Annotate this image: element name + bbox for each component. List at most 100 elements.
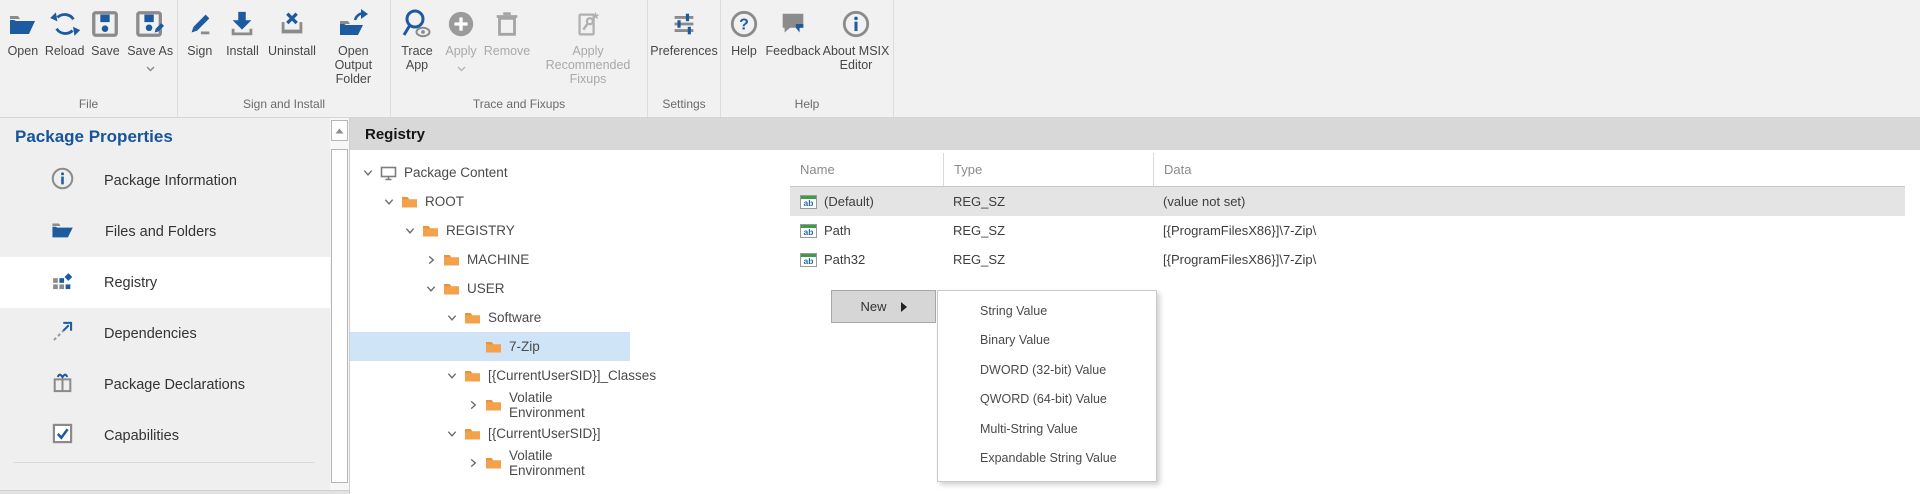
- feedback-bubble-icon: [776, 6, 810, 42]
- open-folder-icon: [6, 6, 40, 42]
- ribbon-group-settings: Preferences Settings: [647, 0, 720, 117]
- sidebar-item-capabilities[interactable]: Capabilities: [0, 410, 330, 461]
- chevron-expanded-icon[interactable]: [446, 428, 457, 439]
- apply-button[interactable]: Apply: [440, 5, 482, 77]
- chevron-collapsed-icon[interactable]: [467, 399, 478, 410]
- value-data: [{ProgramFilesX86}]\7-Zip\: [1163, 252, 1316, 267]
- chevron-expanded-icon[interactable]: [425, 283, 436, 294]
- chevron-down-icon: [457, 59, 466, 77]
- tree-row[interactable]: REGISTRY: [350, 216, 630, 245]
- uninstall-button[interactable]: Uninstall: [265, 5, 318, 58]
- save-as-button[interactable]: Save As: [125, 5, 175, 77]
- submenu-item-binary-value[interactable]: Binary Value: [938, 326, 1156, 356]
- open-folder-icon: [50, 217, 76, 247]
- tree-row[interactable]: Software: [350, 303, 630, 332]
- tree-row[interactable]: MACHINE: [350, 245, 630, 274]
- sidebar-title: Package Properties: [0, 118, 330, 147]
- chevron-collapsed-icon[interactable]: [425, 254, 436, 265]
- tree-row-selected[interactable]: 7-Zip: [350, 332, 630, 361]
- value-data: (value not set): [1163, 194, 1245, 209]
- about-msix-editor-button[interactable]: About MSIX Editor: [822, 5, 890, 72]
- submenu-item-expandable-string-value[interactable]: Expandable String Value: [938, 444, 1156, 474]
- tree-row[interactable]: Package Content: [350, 158, 630, 187]
- chevron-expanded-icon[interactable]: [404, 225, 415, 236]
- context-menu-new-item[interactable]: New: [831, 290, 936, 323]
- table-row[interactable]: ab Path REG_SZ [{ProgramFilesX86}]\7-Zip…: [790, 216, 1905, 245]
- help-button[interactable]: ? Help: [724, 5, 764, 58]
- sidebar-item-files-and-folders[interactable]: Files and Folders: [0, 206, 330, 257]
- column-header-type[interactable]: Type: [943, 153, 1153, 186]
- chevron-expanded-icon[interactable]: [362, 167, 373, 178]
- tree-row[interactable]: Volatile Environment: [350, 390, 630, 419]
- preferences-button[interactable]: Preferences: [650, 5, 718, 58]
- sidebar-scrollbar[interactable]: [330, 118, 350, 494]
- open-output-folder-button[interactable]: Open Output Folder: [319, 5, 388, 86]
- about-msix-editor-label: About MSIX Editor: [822, 44, 890, 72]
- computer-icon: [380, 165, 397, 181]
- dependencies-arrow-icon: [50, 319, 75, 348]
- chevron-expanded-icon[interactable]: [446, 370, 457, 381]
- table-header: Name Type Data: [790, 153, 1905, 187]
- sign-pencil-icon: [183, 6, 217, 42]
- registry-tree: Package Content ROOT REGISTRY MACHINE US: [350, 158, 630, 477]
- tree-row[interactable]: USER: [350, 274, 630, 303]
- tree-node-label: REGISTRY: [446, 223, 515, 238]
- fixups-wrench-icon: [571, 6, 605, 42]
- trace-app-magnifier-icon: [400, 6, 434, 42]
- submenu-item-string-value[interactable]: String Value: [938, 296, 1156, 326]
- tree-row[interactable]: [{CurrentUserSID}]: [350, 419, 630, 448]
- sign-label: Sign: [187, 44, 212, 58]
- chevron-expanded-icon[interactable]: [446, 312, 457, 323]
- scrollbar-thumb[interactable]: [331, 149, 348, 483]
- sidebar-item-dependencies[interactable]: Dependencies: [0, 308, 330, 359]
- table-row-selected[interactable]: ab (Default) REG_SZ (value not set): [790, 187, 1905, 216]
- value-data: [{ProgramFilesX86}]\7-Zip\: [1163, 223, 1316, 238]
- sidebar-item-package-declarations[interactable]: Package Declarations: [0, 359, 330, 410]
- uninstall-icon: [275, 6, 309, 42]
- submenu-arrow-icon: [901, 302, 907, 312]
- tree-row[interactable]: [{CurrentUserSID}]_Classes: [350, 361, 630, 390]
- save-icon: [88, 6, 122, 42]
- scrollbar-up-arrow-icon[interactable]: [331, 120, 348, 141]
- column-header-name[interactable]: Name: [790, 153, 943, 186]
- sign-button[interactable]: Sign: [180, 5, 220, 58]
- open-button[interactable]: Open: [2, 5, 44, 58]
- submenu-item-multi-string-value[interactable]: Multi-String Value: [938, 414, 1156, 444]
- sidebar-item-label: Registry: [104, 275, 157, 291]
- open-label: Open: [8, 44, 39, 58]
- string-value-icon: ab: [800, 224, 817, 238]
- registry-grid-icon: [50, 268, 75, 297]
- submenu-item-qword-value[interactable]: QWORD (64-bit) Value: [938, 385, 1156, 415]
- reload-button[interactable]: Reload: [44, 5, 86, 58]
- ribbon-group-file: Open Reload Save: [0, 0, 177, 117]
- feedback-button[interactable]: Feedback: [764, 5, 822, 58]
- trace-app-button[interactable]: Trace App: [394, 5, 440, 72]
- preferences-label: Preferences: [650, 44, 717, 58]
- tree-row[interactable]: ROOT: [350, 187, 630, 216]
- submenu-item-dword-value[interactable]: DWORD (32-bit) Value: [938, 355, 1156, 385]
- trace-app-label: Trace App: [394, 44, 440, 72]
- save-button[interactable]: Save: [86, 5, 126, 58]
- string-value-icon: ab: [800, 253, 817, 267]
- ribbon-group-settings-label: Settings: [648, 97, 720, 117]
- folder-icon: [485, 397, 502, 413]
- apply-recommended-fixups-button[interactable]: Apply Recommended Fixups: [532, 5, 644, 86]
- chevron-collapsed-icon[interactable]: [467, 457, 478, 468]
- sidebar-item-registry[interactable]: Registry: [0, 257, 330, 308]
- folder-icon: [485, 339, 502, 355]
- sidebar-item-package-information[interactable]: Package Information: [0, 155, 330, 206]
- value-name: Path32: [824, 252, 865, 267]
- help-label: Help: [731, 44, 757, 58]
- sidebar-item-label: Package Information: [104, 173, 237, 189]
- tree-row[interactable]: Volatile Environment: [350, 448, 630, 477]
- chevron-expanded-icon[interactable]: [383, 196, 394, 207]
- install-button[interactable]: Install: [220, 5, 266, 58]
- column-header-data[interactable]: Data: [1153, 153, 1905, 186]
- remove-button[interactable]: Remove: [482, 5, 532, 58]
- table-row[interactable]: ab Path32 REG_SZ [{ProgramFilesX86}]\7-Z…: [790, 245, 1905, 274]
- tree-node-label: Software: [488, 310, 541, 325]
- registry-values-table: Name Type Data ab (Default) REG_SZ (valu…: [790, 153, 1905, 274]
- ribbon-group-sign-install: Sign Install Uninstall: [177, 0, 390, 117]
- open-output-folder-icon: [336, 6, 370, 42]
- folder-icon: [485, 455, 502, 471]
